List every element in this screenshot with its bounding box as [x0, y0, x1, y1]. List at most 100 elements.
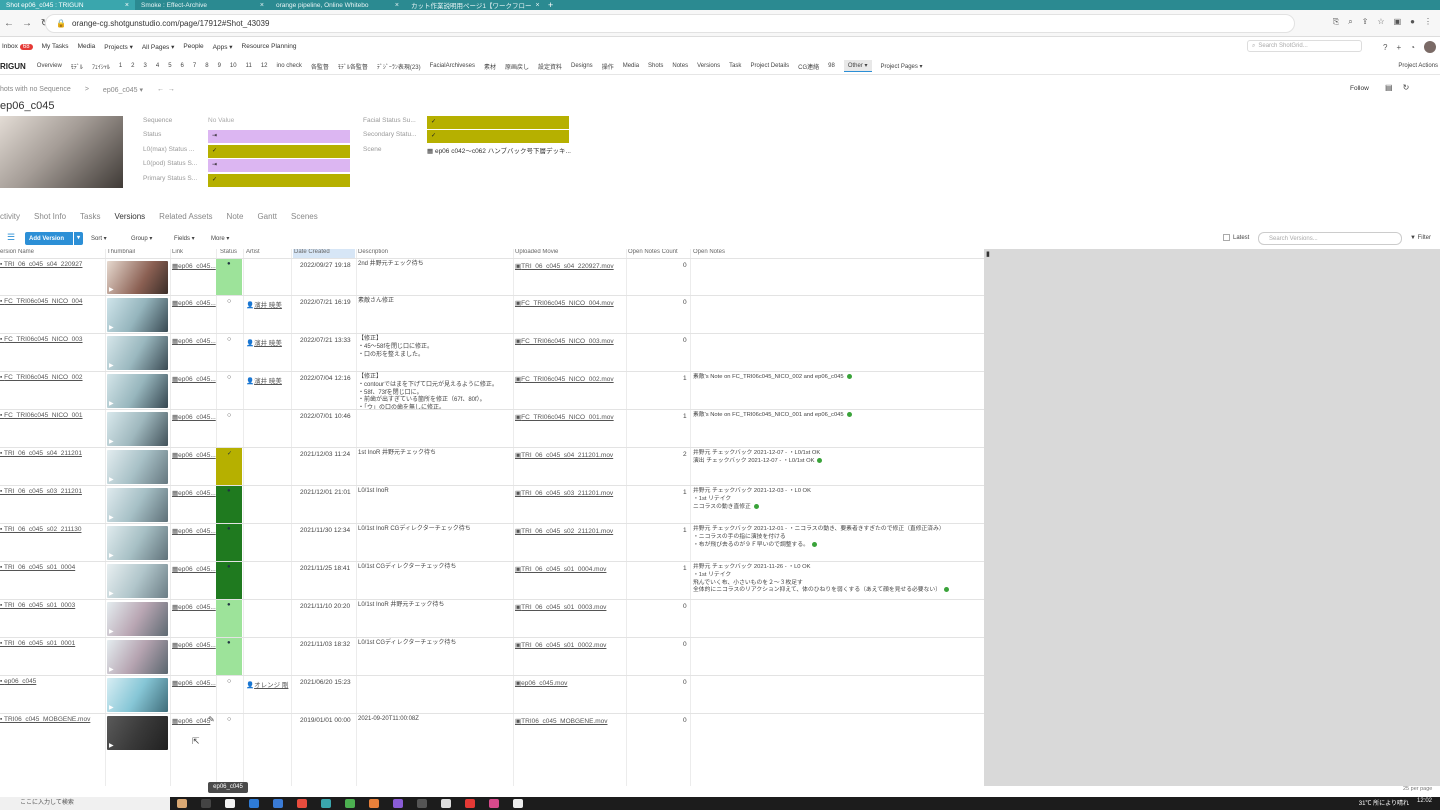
column-header[interactable]: Open Notes Count [628, 249, 678, 258]
project-nav-item[interactable]: Media [623, 63, 639, 69]
open-notes[interactable]: 井野元 チェックバック 2021-12-07 - ・L0/1st OK 演出 チ… [693, 450, 823, 466]
project-pages-menu[interactable]: Project Pages ▾ [881, 63, 923, 70]
version-name-link[interactable]: ▪ TRI_06_c045_s01_0003 [0, 602, 75, 609]
table-row[interactable]: ▪ TRI_06_c045_s02_211130 ▶ ▦ep06_c045... ● 2… [0, 523, 984, 562]
play-icon[interactable]: ▶ [109, 400, 114, 407]
project-name[interactable]: RIGUN [0, 62, 26, 71]
sort-button[interactable]: Sort ▾ [91, 235, 107, 242]
back-icon[interactable]: ← [0, 18, 18, 29]
table-row[interactable]: ▪ TRI_06_c045_s03_211201 ▶ ▦ep06_c045... ● 2… [0, 485, 984, 524]
status-field[interactable]: ⇥ [208, 130, 350, 143]
version-thumbnail[interactable]: ▶ [107, 412, 168, 446]
column-header[interactable]: ersion Name [0, 249, 34, 258]
secondary-status-field[interactable]: ✓ [427, 130, 569, 143]
project-nav-item[interactable]: 操作 [602, 62, 614, 71]
play-icon[interactable]: ▶ [109, 552, 114, 559]
detail-tab[interactable]: Related Assets [159, 212, 212, 221]
status-empty-icon[interactable]: ○ [227, 716, 231, 723]
version-thumbnail[interactable]: ▶ [107, 716, 168, 750]
shot-thumbnail[interactable] [0, 116, 123, 188]
project-nav-item[interactable]: ino check [277, 63, 302, 69]
add-icon[interactable]: + [1396, 43, 1401, 52]
column-header[interactable]: Thumbnail [107, 249, 135, 258]
play-icon[interactable]: ▶ [109, 590, 114, 597]
project-nav-item[interactable]: 各監督 [311, 62, 329, 71]
share-icon[interactable]: ⇪ [1362, 17, 1369, 27]
global-nav-item[interactable]: All Pages ▾ [142, 43, 175, 51]
version-name-link[interactable]: ▪ TRI_06_c045_s02_211130 [0, 526, 81, 533]
version-name-link[interactable]: ▪ TRI_06_c045_s01_0004 [0, 564, 75, 571]
play-icon[interactable]: ▶ [109, 666, 114, 673]
add-version-button[interactable]: Add Version ▾ [25, 232, 83, 245]
table-row[interactable]: ▪ TRI_06_c045_s01_0004 ▶ ▦ep06_c045... ● 202… [0, 561, 984, 600]
status-cell[interactable]: ✓ [216, 448, 242, 486]
play-icon[interactable]: ▶ [109, 514, 114, 521]
status-cell[interactable]: ● [216, 259, 242, 296]
chevron-down-icon[interactable]: ▾ [73, 232, 83, 245]
global-search-input[interactable]: ⌕ Search ShotGrid... [1247, 40, 1362, 52]
fields-button[interactable]: Fields ▾ [174, 235, 195, 242]
url-field[interactable]: 🔒 orange-cg.shotgunstudio.com/page/17912… [45, 14, 1295, 33]
taskbar-app-icon[interactable] [177, 799, 187, 808]
nav-inbox[interactable]: Inbox 68 [2, 43, 33, 50]
uploaded-movie-link[interactable]: ▣TRI_06_c045_s01_0003.mov [515, 603, 606, 611]
uploaded-movie-link[interactable]: ▣FC_TRI06c045_NICO_002.mov [515, 375, 614, 383]
forward-icon[interactable]: → [18, 18, 36, 29]
open-notes[interactable]: 井野元 チェックバック 2021-12-01 - ・ニコラスの動き、要素者きすぎ… [693, 526, 945, 549]
version-name-link[interactable]: ▪ TRI_06_c045_s01_0001 [0, 640, 75, 647]
taskbar-app-icon[interactable] [417, 799, 427, 808]
project-nav-item[interactable]: Notes [672, 63, 688, 69]
edit-pencil-icon[interactable]: ✎ [208, 715, 215, 724]
artist-cell[interactable]: 👤濱井 暁美 [246, 299, 282, 309]
list-view-icon[interactable]: ☰ [7, 232, 15, 243]
link-cell[interactable]: ▦ep06_c045... [172, 489, 216, 497]
facial-status-field[interactable]: ✓ [427, 116, 569, 129]
breadcrumb-root[interactable]: hots with no Sequence [0, 86, 71, 94]
scene-value[interactable]: ▦ ep06 c042〜c062 ハンブバック号下層デッキ... [427, 145, 571, 155]
open-notes[interactable]: 井野元 チェックバック 2021-12-03 - ・L0 OK ・1st リテイ… [693, 488, 811, 511]
user-avatar[interactable] [1424, 41, 1436, 53]
project-nav-item[interactable]: 12 [261, 63, 268, 69]
detail-tab[interactable]: Tasks [80, 212, 100, 221]
artist-cell[interactable]: 👤濱井 暁美 [246, 375, 282, 385]
status-cell[interactable]: ● [216, 600, 242, 638]
table-row[interactable]: ▪ ep06_c045 ▶ ▦ep06_c045... ○ 👤オレンジ 剛 2021/06… [0, 675, 984, 713]
menu-icon[interactable]: ⋮ [1424, 17, 1432, 27]
uploaded-movie-link[interactable]: ▣TRI06_c045_MOBGENE.mov [515, 717, 608, 725]
column-header[interactable]: Status [220, 249, 237, 258]
status-cell[interactable]: ● [216, 638, 242, 676]
version-name-link[interactable]: ▪ ep06_c045 [0, 678, 36, 685]
column-header[interactable]: Uploaded Movie [515, 249, 558, 258]
link-cell[interactable]: ▦ep06_c045... [172, 262, 216, 270]
project-nav-item[interactable]: 6 [181, 63, 184, 69]
project-nav-item[interactable]: 9 [218, 63, 221, 69]
play-icon[interactable]: ▶ [109, 438, 114, 445]
play-icon[interactable]: ▶ [109, 742, 114, 749]
table-row[interactable]: ▪ FC_TRI06c045_NICO_001 ▶ ▦ep06_c045... ○ 20… [0, 409, 984, 447]
uploaded-movie-link[interactable]: ▣TRI_06_c045_s01_0002.mov [515, 641, 606, 649]
project-nav-item[interactable]: CG連絡 [798, 62, 819, 71]
global-nav-item[interactable]: Resource Planning [242, 43, 297, 51]
browser-tab[interactable]: Smoke : Effect-Archive × [135, 0, 270, 10]
version-name-link[interactable]: ▪ FC_TRI06c045_NICO_001 [0, 412, 83, 419]
project-nav-item[interactable]: 5 [168, 63, 171, 69]
artist-cell[interactable]: 👤濱井 暁美 [246, 337, 282, 347]
taskbar-app-icon[interactable] [345, 799, 355, 808]
global-nav-item[interactable]: My Tasks [42, 43, 69, 51]
project-nav-item[interactable]: ﾃﾞｼﾞｰﾗﾝ表現(23) [377, 62, 421, 71]
version-thumbnail[interactable]: ▶ [107, 564, 168, 598]
profile-icon[interactable]: ● [1410, 17, 1415, 27]
version-name-link[interactable]: ▪ FC_TRI06c045_NICO_004 [0, 298, 83, 305]
play-icon[interactable]: ▶ [109, 628, 114, 635]
detail-tab[interactable]: Versions [114, 212, 145, 221]
status-cell[interactable]: ● [216, 562, 242, 600]
clock[interactable]: 12:02 [1417, 798, 1432, 807]
document-icon[interactable]: ▤ [1385, 83, 1393, 92]
play-icon[interactable]: ▶ [109, 476, 114, 483]
taskbar-search-input[interactable]: ここに入力して検索 [0, 797, 170, 810]
table-row[interactable]: ▪ TRI06_c045_MOBGENE.mov ▶ ▦ep06_c045 ○ 2019… [0, 713, 984, 751]
project-nav-item[interactable]: 原画戻し [505, 62, 529, 71]
uploaded-movie-link[interactable]: ▣TRI_06_c045_s03_211201.mov [515, 489, 613, 497]
taskbar-app-icon[interactable] [489, 799, 499, 808]
lo-pod-status-field[interactable]: ⇥ [208, 159, 350, 172]
